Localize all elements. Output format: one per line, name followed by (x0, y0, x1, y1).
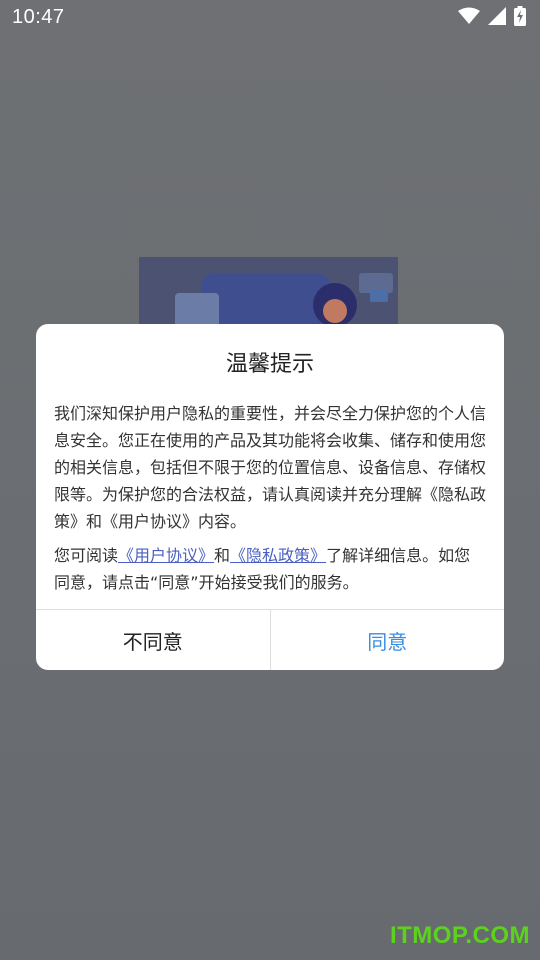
status-icons (458, 6, 526, 26)
dialog-title: 温馨提示 (225, 352, 314, 377)
status-bar: 10:47 (0, 0, 540, 36)
privacy-paragraph: 我们深知保护用户隐私的重要性，并会尽全力保护您的个人信息安全。您正在使用的产品及… (54, 404, 487, 531)
user-agreement-link[interactable]: 《用户协议》 (118, 546, 214, 565)
links-paragraph: 您可阅读《用户协议》和《隐私政策》了解详细信息。如您同意，请点击“同意”开始接受… (54, 542, 486, 596)
dialog-buttons: 不同意 同意 (36, 610, 504, 670)
disagree-button[interactable]: 不同意 (36, 610, 271, 670)
wifi-icon (458, 7, 480, 24)
battery-charging-icon (514, 6, 526, 26)
agree-button[interactable]: 同意 (271, 610, 505, 670)
signal-icon (488, 7, 506, 25)
watermark-logo: ITMOP.COM (389, 922, 530, 949)
background-illustration (139, 257, 398, 343)
dialog-body: 我们深知保护用户隐私的重要性，并会尽全力保护您的个人信息安全。您正在使用的产品及… (54, 400, 486, 596)
links-and-text: 和 (214, 546, 231, 565)
status-time: 10:47 (12, 6, 65, 28)
privacy-policy-link[interactable]: 《隐私政策》 (230, 546, 326, 565)
privacy-dialog: 温馨提示 我们深知保护用户隐私的重要性，并会尽全力保护您的个人信息安全。您正在使… (36, 324, 504, 670)
links-prefix-text: 您可阅读 (54, 546, 119, 565)
